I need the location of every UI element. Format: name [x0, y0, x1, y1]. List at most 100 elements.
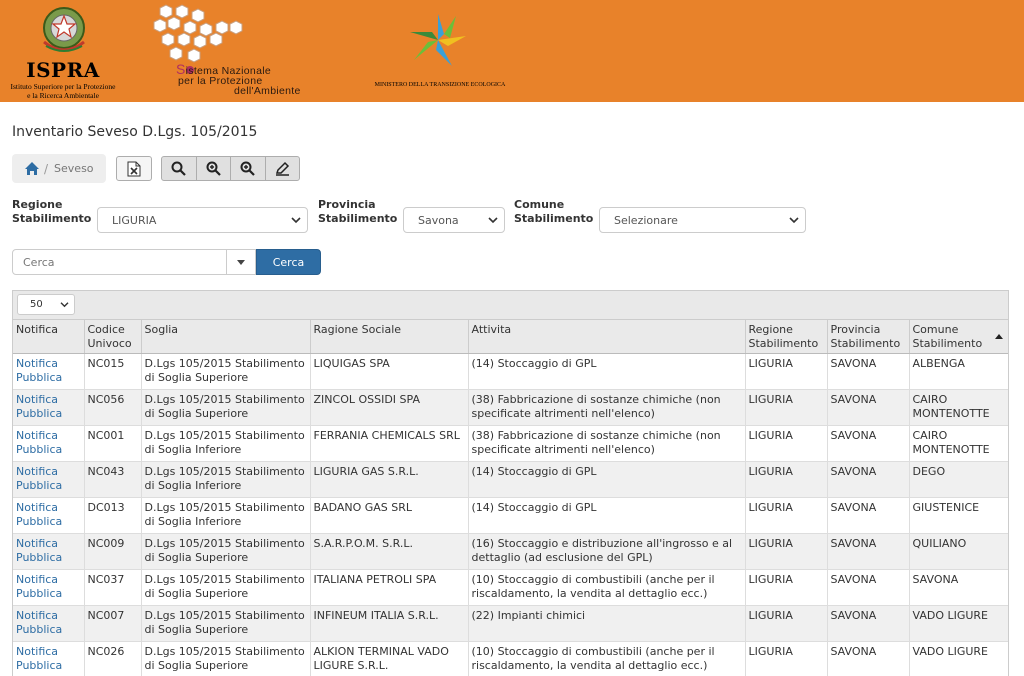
zoom-in-button[interactable] — [195, 156, 231, 181]
search-submit-button[interactable]: Cerca — [256, 249, 321, 275]
excel-export-button[interactable] — [116, 156, 152, 181]
notifica-pubblica-link[interactable]: Notifica Pubblica — [16, 357, 62, 384]
link-text: Pubblica — [16, 587, 63, 600]
header-label: Regione — [748, 323, 793, 336]
cell-codice: DC013 — [84, 497, 142, 534]
cell-codice: NC015 — [84, 353, 142, 390]
cell-regione: LIGURIA — [745, 425, 828, 462]
link-text: Notifica — [16, 393, 59, 406]
cell-comune: ALBENGA — [909, 353, 1008, 390]
cell-line: SAVONA — [912, 573, 959, 586]
search-button[interactable] — [161, 156, 197, 181]
cell-line: di Soglia Superiore — [144, 623, 249, 636]
link-text: Notifica — [16, 537, 59, 550]
cell-soglia: D.Lgs 105/2015 Stabilimento di Soglia Sup… — [141, 605, 311, 642]
cell-line: LIQUIGAS SPA — [313, 357, 390, 370]
search-input[interactable] — [13, 254, 235, 270]
snpa-logo[interactable]: Sistema Nazionale per la Protezione dell… — [150, 0, 320, 102]
cell-line: (10) Stoccaggio di combustibili (anche p… — [471, 573, 715, 586]
header-label: Attivita — [471, 323, 512, 336]
link-text: Notifica — [16, 465, 59, 478]
cell-notifica: Notifica Pubblica — [13, 569, 85, 606]
cell-line: D.Lgs 105/2015 Stabilimento — [144, 537, 305, 550]
cell-soglia: D.Lgs 105/2015 Stabilimento di Soglia Inf… — [141, 497, 311, 534]
table-row: Notifica Pubblica NC007 D.Lgs 105/2015 Stab… — [13, 605, 1008, 642]
link-text: Notifica — [16, 501, 59, 514]
notifica-pubblica-link[interactable]: Notifica Pubblica — [16, 393, 62, 420]
col-header-ragione-sociale[interactable]: Ragione Sociale — [310, 320, 469, 354]
cell-line: di Soglia Superiore — [144, 659, 249, 672]
chevron-down-icon — [291, 217, 301, 224]
notifica-pubblica-link[interactable]: Notifica Pubblica — [16, 573, 62, 600]
cell-notifica: Notifica Pubblica — [13, 425, 85, 462]
page-size-select[interactable]: 50 — [17, 294, 75, 315]
cell-comune: QUILIANO — [909, 533, 1008, 570]
table-row: Notifica Pubblica NC037 D.Lgs 105/2015 Stab… — [13, 569, 1008, 606]
col-header-notifica[interactable]: Notifica — [13, 320, 85, 354]
header-label: Univoco — [87, 337, 132, 350]
ispra-subtitle: Istituto Superiore per la Protezione e l… — [4, 82, 122, 100]
cell-notifica: Notifica Pubblica — [13, 353, 85, 390]
ispra-subtitle-line: e la Ricerca Ambientale — [27, 91, 99, 100]
header-label: Codice — [87, 323, 125, 336]
cell-ragione-sociale: BADANO GAS SRL — [310, 497, 469, 534]
provincia-select[interactable]: Savona — [403, 207, 505, 233]
cell-line: CAIRO — [912, 429, 948, 442]
notifica-pubblica-link[interactable]: Notifica Pubblica — [16, 537, 62, 564]
notifica-pubblica-link[interactable]: Notifica Pubblica — [16, 645, 62, 672]
ispra-logo[interactable]: ISPRA Istituto Superiore per la Protezio… — [4, 0, 122, 102]
cell-ragione-sociale: ALKION TERMINAL VADO LIGURE S.R.L. — [310, 641, 469, 676]
cell-notifica: Notifica Pubblica — [13, 641, 85, 676]
notifica-pubblica-link[interactable]: Notifica Pubblica — [16, 465, 62, 492]
cell-comune: VADO LIGURE — [909, 605, 1008, 642]
zoom-in-button[interactable] — [230, 156, 266, 181]
chevron-down-icon — [789, 217, 799, 224]
cell-attivita: (14) Stoccaggio di GPL — [468, 353, 746, 390]
col-header-regione[interactable]: Regione Stabilimento — [745, 320, 828, 354]
cell-line: ZINCOL OSSIDI SPA — [313, 393, 421, 406]
provincia-label: Provincia Stabilimento — [318, 198, 397, 226]
notifica-pubblica-link[interactable]: Notifica Pubblica — [16, 501, 62, 528]
col-header-attivita[interactable]: Attivita — [468, 320, 746, 354]
header-label: Ragione Sociale — [313, 323, 402, 336]
edit-button[interactable] — [264, 156, 300, 181]
cell-regione: LIGURIA — [745, 641, 828, 676]
header-label: Comune — [912, 323, 959, 336]
chevron-down-icon — [60, 302, 69, 308]
cell-line: CAIRO — [912, 393, 948, 406]
cell-comune: CAIRO MONTENOTTE — [909, 425, 1008, 462]
cell-line: ALBENGA — [912, 357, 965, 370]
table-row: Notifica Pubblica DC013 D.Lgs 105/2015 Stab… — [13, 497, 1008, 534]
cell-attivita: (10) Stoccaggio di combustibili (anche p… — [468, 569, 746, 606]
cell-comune: VADO LIGURE — [909, 641, 1008, 676]
cell-ragione-sociale: S.A.R.P.O.M. S.R.L. — [310, 533, 469, 570]
provincia-select-value: Savona — [418, 213, 459, 227]
ministry-logo[interactable]: MINISTERO DELLA TRANSIZIONE ECOLOGICA — [370, 10, 510, 100]
cell-line: specificate altrimenti nell'elenco) — [471, 443, 655, 456]
comune-select[interactable]: Selezionare — [599, 207, 806, 233]
col-header-provincia[interactable]: Provincia Stabilimento — [827, 320, 910, 354]
home-icon[interactable] — [24, 161, 40, 176]
cell-regione: LIGURIA — [745, 569, 828, 606]
link-text: Pubblica — [16, 479, 63, 492]
label-line: Stabilimento — [514, 212, 594, 225]
notifica-pubblica-link[interactable]: Notifica Pubblica — [16, 609, 62, 636]
col-header-comune[interactable]: Comune Stabilimento — [909, 320, 1008, 354]
header-label: Provincia — [830, 323, 881, 336]
cell-line: D.Lgs 105/2015 Stabilimento — [144, 393, 305, 406]
cell-notifica: Notifica Pubblica — [13, 461, 85, 498]
cell-line: VADO LIGURE — [912, 609, 989, 622]
col-header-soglia[interactable]: Soglia — [141, 320, 311, 354]
cell-line: ALKION TERMINAL VADO — [313, 645, 449, 658]
search-options-dropdown[interactable] — [226, 250, 255, 274]
notifica-pubblica-link[interactable]: Notifica Pubblica — [16, 429, 62, 456]
cell-line: D.Lgs 105/2015 Stabilimento — [144, 573, 305, 586]
col-header-codice[interactable]: Codice Univoco — [84, 320, 142, 354]
regione-select[interactable]: LIGURIA — [97, 207, 308, 233]
header-label: Stabilimento — [748, 337, 819, 350]
search-icon — [171, 161, 187, 176]
ministry-star-icon — [410, 14, 466, 66]
header-label: Soglia — [144, 323, 179, 336]
cell-regione: LIGURIA — [745, 353, 828, 390]
cell-line: MONTENOTTE — [912, 443, 990, 456]
